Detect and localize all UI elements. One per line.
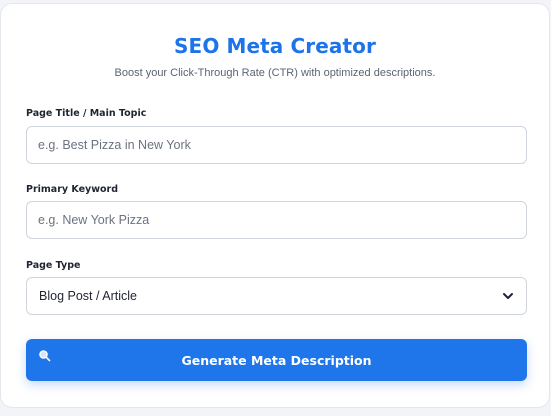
seo-meta-creator-card: SEO Meta Creator Boost your Click-Throug… [0,3,550,408]
generate-meta-description-button[interactable]: Generate Meta Description [26,339,527,381]
page-type-selected-value: Blog Post / Article [39,289,137,303]
magnifying-glass-icon [39,350,51,362]
chevron-down-icon [503,293,513,299]
page-subtitle: Boost your Click-Through Rate (CTR) with… [114,67,436,79]
page-type-label: Page Type [26,260,81,271]
primary-keyword-input[interactable] [26,201,527,239]
page-title-label: Page Title / Main Topic [26,108,147,119]
page-type-select[interactable]: Blog Post / Article [26,277,527,315]
page-title-input[interactable] [26,126,527,164]
primary-keyword-label: Primary Keyword [26,184,119,195]
generate-button-label: Generate Meta Description [181,352,372,368]
page-title: SEO Meta Creator [174,34,376,58]
